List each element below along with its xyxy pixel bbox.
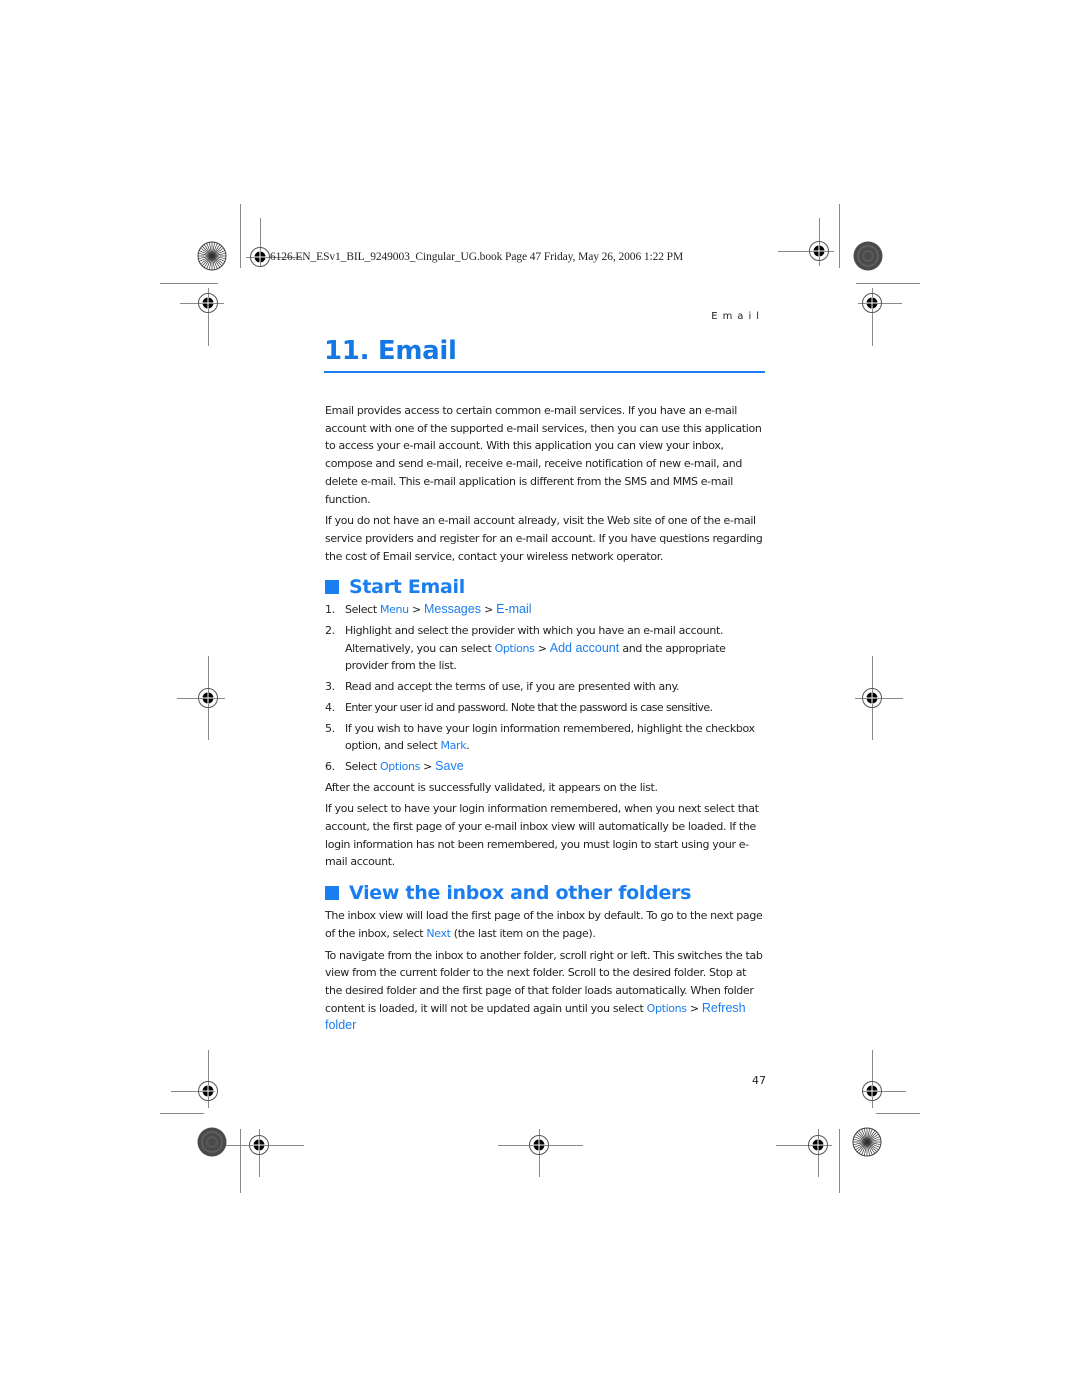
registration-mark-icon xyxy=(249,246,271,268)
registration-mark-icon xyxy=(197,1080,219,1102)
registration-mark-icon xyxy=(807,1134,829,1156)
step-number: 2. xyxy=(325,624,335,638)
section-bullet-icon xyxy=(325,580,339,595)
section-bullet-icon xyxy=(325,886,339,901)
print-header: 6126.EN_ESv1_BIL_9249003_Cingular_UG.boo… xyxy=(270,251,684,263)
next-link[interactable]: Next xyxy=(426,927,451,940)
step-item: 4. Enter your user id and password. Note… xyxy=(325,699,765,717)
email-link[interactable]: E-mail xyxy=(496,602,531,616)
registration-mark-icon xyxy=(197,292,219,314)
separator: > xyxy=(480,603,497,617)
step-number: 6. xyxy=(325,759,335,773)
step-number: 3. xyxy=(325,680,335,694)
step-number: 5. xyxy=(325,721,335,735)
intro-paragraph: Email provides access to certain common … xyxy=(325,404,762,506)
step-text: Select Menu > Messages > E-mail xyxy=(345,601,765,619)
step-text: Select Options > Save xyxy=(345,758,765,776)
separator: > xyxy=(408,603,424,617)
color-target-icon xyxy=(853,241,883,271)
options-link[interactable]: Options xyxy=(495,642,535,655)
registration-mark-icon xyxy=(248,1134,270,1156)
crop-mark xyxy=(839,204,840,268)
messages-link[interactable]: Messages xyxy=(424,602,481,616)
mark-link[interactable]: Mark xyxy=(441,739,467,752)
options-link[interactable]: Options xyxy=(647,1002,687,1015)
section-heading-view-inbox: View the inbox and other folders xyxy=(325,881,765,905)
step-text: Enter your user id and password. Note th… xyxy=(345,700,713,714)
running-head: Email xyxy=(711,311,764,322)
step-number: 4. xyxy=(325,700,335,714)
star-target-icon xyxy=(197,241,227,271)
step-text-plain: . xyxy=(466,739,470,753)
separator: > xyxy=(534,641,550,655)
step-text-plain: Select xyxy=(345,603,380,617)
section-heading-text: Start Email xyxy=(349,576,465,599)
step-text: If you wish to have your login informati… xyxy=(345,720,765,755)
step-item: 5. If you wish to have your login inform… xyxy=(325,720,765,755)
registration-mark-icon xyxy=(861,1080,883,1102)
paragraph-text: (the last item on the page). xyxy=(450,926,596,940)
step-item: 1. Select Menu > Messages > E-mail xyxy=(325,601,765,619)
crop-mark xyxy=(856,283,920,284)
registration-mark-icon xyxy=(528,1134,550,1156)
step-text-plain: Select xyxy=(345,759,380,773)
save-link[interactable]: Save xyxy=(435,759,464,773)
step-number: 1. xyxy=(325,603,335,617)
body-paragraph: The inbox view will load the first page … xyxy=(325,907,765,942)
page-content: Email provides access to certain common … xyxy=(325,402,765,1039)
step-text-plain: If you wish to have your login informati… xyxy=(345,721,755,753)
section-heading-start-email: Start Email xyxy=(325,575,765,599)
body-paragraph: If you select to have your login informa… xyxy=(325,802,759,869)
separator: > xyxy=(419,759,436,773)
step-item: 3. Read and accept the terms of use, if … xyxy=(325,678,765,696)
separator: > xyxy=(686,1001,702,1015)
intro-paragraph: If you do not have an e-mail account alr… xyxy=(325,514,763,563)
registration-mark-icon xyxy=(861,687,883,709)
star-target-icon xyxy=(852,1127,882,1157)
menu-link[interactable]: Menu xyxy=(380,603,409,616)
registration-mark-icon xyxy=(861,292,883,314)
crop-mark xyxy=(240,204,241,268)
chapter-title-rule xyxy=(324,371,765,373)
chapter-title: 11. Email xyxy=(324,336,457,366)
crop-mark xyxy=(160,283,218,284)
section-heading-text: View the inbox and other folders xyxy=(349,882,692,905)
crop-mark xyxy=(160,1113,204,1114)
body-paragraph: To navigate from the inbox to another fo… xyxy=(325,947,765,1036)
step-item: 6. Select Options > Save xyxy=(325,758,765,776)
add-account-link[interactable]: Add account xyxy=(550,641,620,655)
start-email-steps: 1. Select Menu > Messages > E-mail 2. Hi… xyxy=(325,601,765,775)
step-text: Highlight and select the provider with w… xyxy=(345,622,765,675)
crop-mark xyxy=(839,1129,840,1193)
registration-mark-icon xyxy=(808,240,830,262)
crop-mark xyxy=(876,1113,920,1114)
step-text: Read and accept the terms of use, if you… xyxy=(345,680,680,694)
options-link[interactable]: Options xyxy=(380,760,420,773)
registration-mark-icon xyxy=(197,687,219,709)
body-paragraph: After the account is successfully valida… xyxy=(325,780,658,794)
crop-mark xyxy=(240,1129,241,1193)
page-number: 47 xyxy=(752,1074,766,1087)
color-target-icon xyxy=(197,1127,227,1157)
step-item: 2. Highlight and select the provider wit… xyxy=(325,622,765,675)
